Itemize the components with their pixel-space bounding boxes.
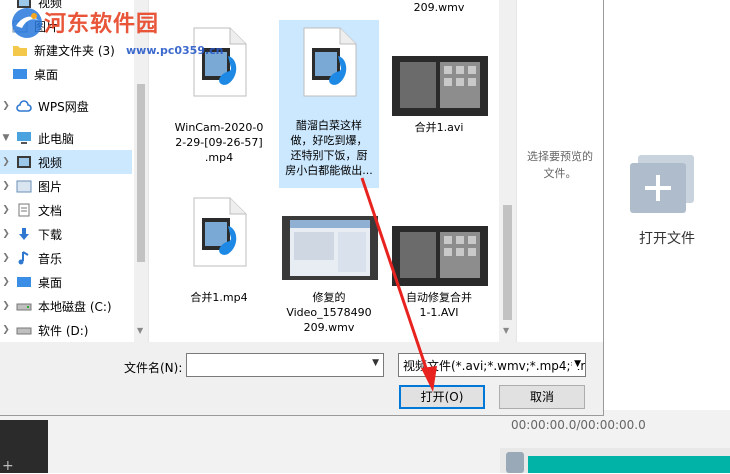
nav-item-drive-d[interactable]: ❯ 软件 (D:) <box>0 318 132 342</box>
cloud-icon <box>16 99 32 113</box>
preview-pane: 选择要预览的 文件。 <box>516 0 603 342</box>
desktop-icon <box>12 67 28 81</box>
chevron-right-icon[interactable]: ❯ <box>0 157 12 167</box>
file-tile-partial[interactable]: 209.wmv <box>389 0 489 14</box>
desktop-icon <box>16 275 32 289</box>
chevron-right-icon[interactable]: ❯ <box>0 229 12 239</box>
nav-item-drive-c[interactable]: ❯ 本地磁盘 (C:) <box>0 294 132 318</box>
nav-item-downloads[interactable]: ❯ 下载 <box>0 222 132 246</box>
chevron-right-icon[interactable]: ❯ <box>0 301 12 311</box>
nav-item-pictures[interactable]: ❯ 图片 <box>0 174 132 198</box>
nav-item-music[interactable]: ❯ 音乐 <box>0 246 132 270</box>
file-name: 合并1.mp4 <box>190 291 248 304</box>
file-tile-auto-repair[interactable]: 自动修复合并 1-1.AVI <box>389 192 489 342</box>
document-folder-icon <box>16 203 32 217</box>
chevron-right-icon[interactable]: ❯ <box>0 181 12 191</box>
folder-icon <box>12 43 28 57</box>
nav-item-label: 桌面 <box>34 67 59 82</box>
nav-item-label: 视频 <box>38 0 63 10</box>
nav-item-desktop-top[interactable]: 桌面 <box>8 62 140 86</box>
nav-item-label: 视频 <box>38 155 63 170</box>
chevron-right-icon[interactable]: ❯ <box>0 325 12 335</box>
chevron-down-icon[interactable]: ▼ <box>372 358 379 368</box>
file-name: WinCam-2020-0 2-29-[09-26-57] .mp4 <box>174 121 264 164</box>
filename-label: 文件名(N): <box>124 361 183 375</box>
video-thumbnail <box>282 216 378 280</box>
nav-item-this-pc[interactable]: ▼ 此电脑 <box>0 126 132 150</box>
nav-item-videos[interactable]: ❯ 视频 <box>0 150 132 174</box>
drive-icon <box>16 323 32 337</box>
file-scrollbar[interactable]: ▼ <box>499 0 516 342</box>
nav-item-wps-cloud[interactable]: ❯ WPS网盘 <box>0 94 132 118</box>
chevron-right-icon[interactable]: ❯ <box>0 277 12 287</box>
music-icon <box>16 251 32 265</box>
nav-item-label: 本地磁盘 (C:) <box>38 299 112 314</box>
timeline-handle[interactable] <box>506 452 524 473</box>
video-folder-icon <box>16 155 32 169</box>
drive-icon <box>16 299 32 313</box>
open-file-dialog: 视频 图片 新建文件夹 (3) 桌面 ❯ WPS网盘 ▼ 此电脑 ❯ 视频 ❯ … <box>0 0 604 416</box>
video-thumbnail <box>392 226 488 286</box>
navigation-pane: 视频 图片 新建文件夹 (3) 桌面 ❯ WPS网盘 ▼ 此电脑 ❯ 视频 ❯ … <box>0 0 149 342</box>
open-button[interactable]: 打开(O) <box>399 385 485 409</box>
file-tile-merge-mp4[interactable]: 合并1.mp4 <box>169 192 269 342</box>
file-scroll-thumb[interactable] <box>503 205 512 320</box>
nav-item-label: 图片 <box>34 19 59 34</box>
file-tile-recipe[interactable]: 醋溜白菜这样 做，好吃到爆， 还特别下饭，厨 房小白都能做出... <box>279 20 379 188</box>
timeline-track[interactable] <box>528 456 730 473</box>
scroll-down-icon[interactable]: ▼ <box>137 326 143 335</box>
video-thumbnail <box>392 56 488 116</box>
media-file-icon <box>193 197 247 267</box>
nav-item-label: 软件 (D:) <box>38 323 89 338</box>
chevron-right-icon[interactable]: ❯ <box>0 101 12 111</box>
nav-item-label: WPS网盘 <box>38 99 89 114</box>
open-file-label[interactable]: 打开文件 <box>622 228 712 248</box>
chevron-down-icon[interactable]: ▼ <box>0 133 12 143</box>
nav-item-label: 桌面 <box>38 275 63 290</box>
file-name: 合并1.avi <box>414 121 464 134</box>
nav-item-label: 图片 <box>38 179 63 194</box>
nav-item-label: 下载 <box>38 227 63 242</box>
filename-input[interactable]: ▼ <box>186 353 384 377</box>
chevron-right-icon[interactable]: ❯ <box>0 205 12 215</box>
nav-item-label: 文档 <box>38 203 63 218</box>
nav-item-new-folder[interactable]: 新建文件夹 (3) <box>8 38 140 62</box>
cancel-button[interactable]: 取消 <box>499 385 585 409</box>
nav-item-desktop[interactable]: ❯ 桌面 <box>0 270 132 294</box>
media-file-icon <box>193 27 247 97</box>
picture-folder-icon <box>12 19 28 33</box>
filetype-value: 视频文件(*.avi;*.wmv;*.mp4;*.r <box>403 359 586 373</box>
nav-item-label: 音乐 <box>38 251 63 266</box>
nav-item-documents[interactable]: ❯ 文档 <box>0 198 132 222</box>
file-tile-merge-avi[interactable]: 合并1.avi <box>389 22 489 182</box>
file-name: 209.wmv <box>413 1 465 14</box>
picture-folder-icon <box>16 179 32 193</box>
file-name: 修复的 Video_1578490 209.wmv <box>286 291 372 334</box>
file-list: 209.wmv WinCam-2020-0 2-29-[09-26-57] .mp4 <box>149 0 499 342</box>
file-tile-repaired-video[interactable]: 修复的 Video_1578490 209.wmv <box>279 192 379 342</box>
timecode-display: 00:00:00.0/00:00:00.0 <box>511 418 646 432</box>
nav-item-videos-top[interactable]: 视频 <box>0 0 132 14</box>
add-icon[interactable]: + <box>2 458 14 474</box>
download-icon <box>16 227 32 241</box>
nav-scroll-thumb[interactable] <box>137 84 145 262</box>
scroll-down-icon[interactable]: ▼ <box>503 326 509 335</box>
file-name: 醋溜白菜这样 做，好吃到爆， 还特别下饭，厨 房小白都能做出... <box>285 119 373 177</box>
preview-placeholder: 选择要预览的 文件。 <box>527 150 593 180</box>
file-name: 自动修复合并 1-1.AVI <box>406 291 472 319</box>
video-folder-icon <box>16 0 32 9</box>
chevron-right-icon[interactable]: ❯ <box>0 253 12 263</box>
nav-item-pictures-top[interactable]: 图片 <box>8 14 140 38</box>
file-tile-wincam[interactable]: WinCam-2020-0 2-29-[09-26-57] .mp4 <box>169 22 269 182</box>
media-file-icon <box>303 27 357 97</box>
filetype-select[interactable]: 视频文件(*.avi;*.wmv;*.mp4;*.r ▼ <box>398 353 586 377</box>
nav-item-label: 此电脑 <box>38 131 75 146</box>
chevron-down-icon[interactable]: ▼ <box>572 359 581 369</box>
computer-icon <box>16 131 32 145</box>
nav-item-label: 新建文件夹 (3) <box>34 43 115 58</box>
open-file-icon[interactable] <box>630 155 694 213</box>
nav-scrollbar[interactable]: ▼ <box>134 0 148 342</box>
